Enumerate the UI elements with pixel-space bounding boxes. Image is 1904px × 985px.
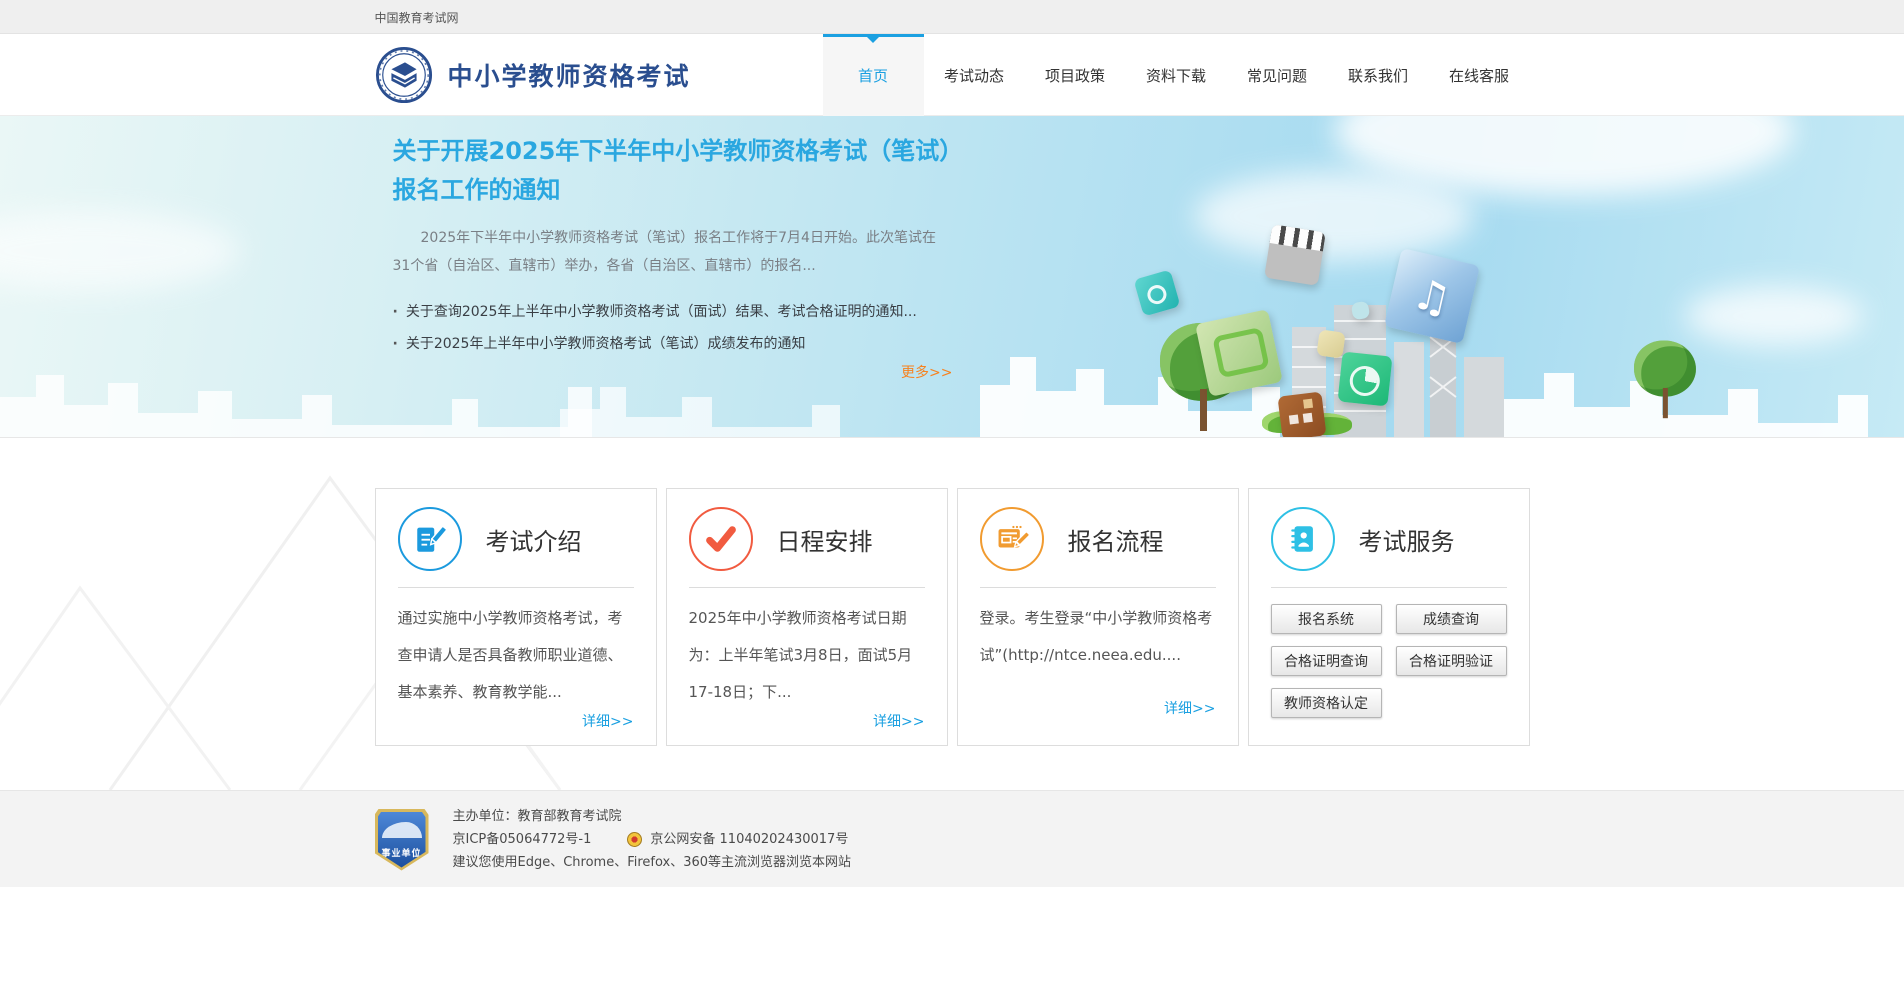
card-title: 考试服务 [1359, 522, 1455, 557]
icp-record-text: 京ICP备05064772号-1 [453, 828, 592, 851]
book-emblem-icon [375, 46, 433, 104]
card-title: 考试介绍 [486, 522, 582, 557]
nav-item-contact[interactable]: 联系我们 [1328, 34, 1429, 116]
nav-item-policy[interactable]: 项目政策 [1025, 34, 1126, 116]
brand-logo[interactable]: 中小学教师资格考试 [375, 46, 691, 104]
hero-banner: ♫ 关于开展2025年下半年中小学教师资格考试（笔试）报名工作的通知 2025年… [0, 116, 1904, 438]
notice-summary: 2025年下半年中小学教师资格考试（笔试）报名工作将于7月4日开始。此次笔试在3… [393, 224, 949, 280]
police-emblem-icon [627, 832, 642, 847]
card-schedule: 日程安排 2025年中小学教师资格考试日期为：上半年笔试3月8日，面试5月17-… [666, 488, 948, 746]
tree [1634, 332, 1696, 418]
check-icon [704, 522, 738, 556]
nav-item-exam-news[interactable]: 考试动态 [924, 34, 1025, 116]
topbar: 中国教育考试网 [0, 0, 1904, 34]
organizer-text: 主办单位：教育部教育考试院 [453, 805, 852, 828]
certificate-verify-button[interactable]: 合格证明验证 [1396, 646, 1507, 676]
card-exam-intro: 考试介绍 通过实施中小学教师资格考试，考查申请人是否具备教师职业道德、基本素养、… [375, 488, 657, 746]
abacus-cube-icon [1277, 391, 1326, 438]
detail-link[interactable]: 详细>> [980, 698, 1216, 718]
bush [1262, 411, 1308, 433]
card-title: 日程安排 [777, 522, 873, 557]
site-title: 中小学教师资格考试 [448, 57, 691, 93]
form-pencil-icon [995, 522, 1029, 556]
pencil-note-icon [413, 522, 447, 556]
card-body-text: 2025年中小学教师资格考试日期为：上半年笔试3月8日，面试5月17-18日；下… [689, 588, 925, 711]
nav-item-home[interactable]: 首页 [823, 34, 924, 116]
main-section: 考试介绍 通过实施中小学教师资格考试，考查申请人是否具备教师职业道德、基本素养、… [0, 438, 1904, 790]
browser-tip-text: 建议您使用Edge、Chrome、Firefox、360等主流浏览器浏览本网站 [453, 851, 852, 874]
notice-title[interactable]: 关于开展2025年下半年中小学教师资格考试（笔试）报名工作的通知 [393, 132, 953, 210]
card-registration-flow: 报名流程 登录。考生登录“中小学教师资格考试”(http://ntce.neea… [957, 488, 1239, 746]
card-body-text: 登录。考生登录“中小学教师资格考试”(http://ntce.neea.edu.… [980, 588, 1216, 698]
main-nav: 首页 考试动态 项目政策 资料下载 常见问题 联系我们 在线客服 [823, 34, 1530, 116]
cloud-shape [1684, 286, 1864, 346]
public-institution-badge: 事业单位 [375, 809, 429, 871]
news-item[interactable]: 关于查询2025年上半年中小学教师资格考试（面试）结果、考试合格证明的通知... [393, 296, 1530, 328]
teacher-qualification-button[interactable]: 教师资格认定 [1271, 688, 1382, 718]
card-0-icon-circle [398, 507, 462, 571]
score-query-button[interactable]: 成绩查询 [1396, 604, 1507, 634]
certificate-query-button[interactable]: 合格证明查询 [1271, 646, 1382, 676]
card-3-icon-circle [1271, 507, 1335, 571]
badge-mountain-graphic [382, 822, 422, 838]
news-item[interactable]: 关于2025年上半年中小学教师资格考试（笔试）成绩发布的通知 [393, 328, 1530, 360]
card-1-icon-circle [689, 507, 753, 571]
more-link[interactable]: 更多>> [393, 362, 953, 382]
detail-link[interactable]: 详细>> [689, 711, 925, 731]
detail-link[interactable]: 详细>> [398, 711, 634, 731]
badge-label: 事业单位 [378, 846, 426, 859]
news-list: 关于查询2025年上半年中小学教师资格考试（面试）结果、考试合格证明的通知...… [393, 296, 1530, 360]
contact-book-icon [1286, 522, 1320, 556]
cloud-shape [0, 211, 240, 291]
nav-item-downloads[interactable]: 资料下载 [1126, 34, 1227, 116]
site-name: 中国教育考试网 [375, 9, 459, 26]
service-buttons: 报名系统 成绩查询 合格证明查询 合格证明验证 教师资格认定 [1271, 588, 1507, 718]
police-record-link[interactable]: 京公网安备 11040202430017号 [650, 828, 848, 851]
card-exam-services: 考试服务 报名系统 成绩查询 合格证明查询 合格证明验证 教师资格认定 [1248, 488, 1530, 746]
bush [1296, 413, 1352, 435]
card-body-text: 通过实施中小学教师资格考试，考查申请人是否具备教师职业道德、基本素养、教育教学能… [398, 588, 634, 711]
nav-item-online-service[interactable]: 在线客服 [1429, 34, 1530, 116]
header: 中小学教师资格考试 首页 考试动态 项目政策 资料下载 常见问题 联系我们 在线… [0, 34, 1904, 116]
card-2-icon-circle [980, 507, 1044, 571]
registration-system-button[interactable]: 报名系统 [1271, 604, 1382, 634]
nav-item-faq[interactable]: 常见问题 [1227, 34, 1328, 116]
card-title: 报名流程 [1068, 522, 1164, 557]
footer: 事业单位 主办单位：教育部教育考试院 京ICP备05064772号-1 京公网安… [0, 790, 1904, 887]
